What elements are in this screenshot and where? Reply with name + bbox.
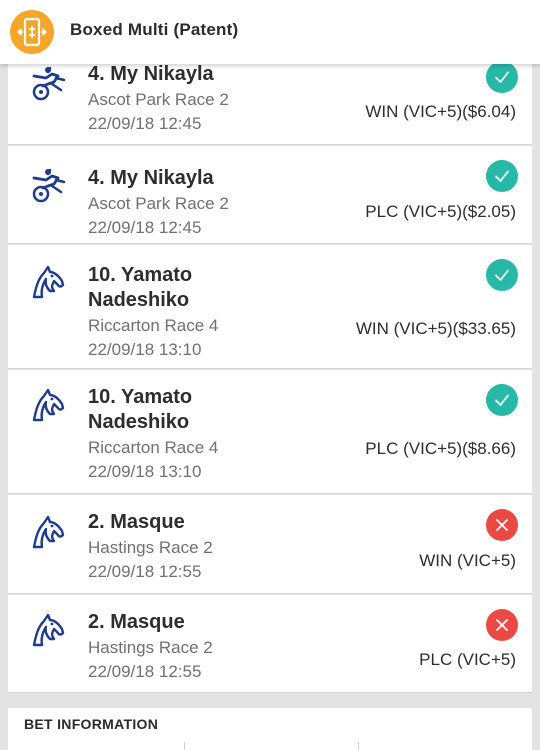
cross-icon	[486, 509, 518, 541]
race-datetime: 22/09/18 12:55	[88, 662, 202, 681]
bet-type-odds: WIN (VIC+5)($6.04)	[365, 102, 516, 121]
bet-information-section: BET INFORMATION	[8, 708, 532, 750]
boxed-multi-icon	[10, 10, 54, 54]
race-name: Ascot Park Race 2	[88, 194, 229, 213]
harness-racing-icon	[28, 64, 68, 104]
race-datetime: 22/09/18 12:45	[88, 218, 202, 237]
runner-name: 2. Masque	[88, 611, 185, 633]
race-name: Hastings Race 2	[88, 538, 213, 557]
runner-name: 2. Masque	[88, 511, 185, 533]
app-header: Boxed Multi (Patent)	[0, 0, 540, 64]
bet-leg-card[interactable]: 2. Masque Hastings Race 2 22/09/18 12:55…	[8, 495, 532, 594]
divider	[184, 742, 185, 750]
divider	[358, 742, 359, 750]
horse-racing-icon	[28, 611, 68, 651]
bet-type-odds: PLC (VIC+5)	[419, 650, 516, 669]
horse-racing-icon	[28, 263, 68, 303]
harness-racing-icon	[28, 166, 68, 206]
check-icon	[486, 160, 518, 192]
race-name: Riccarton Race 4	[88, 438, 219, 457]
bet-leg-card[interactable]: 10. Yamato Nadeshiko Riccarton Race 4 22…	[8, 245, 532, 369]
check-icon	[486, 384, 518, 416]
race-datetime: 22/09/18 13:10	[88, 340, 202, 359]
page-title: Boxed Multi (Patent)	[70, 20, 239, 39]
race-datetime: 22/09/18 12:55	[88, 562, 202, 581]
bet-leg-card[interactable]: 4. My Nikayla Ascot Park Race 2 22/09/18…	[8, 146, 532, 244]
race-name: Hastings Race 2	[88, 638, 213, 657]
horse-racing-icon	[28, 513, 68, 553]
horse-racing-icon	[28, 386, 68, 426]
bet-type-odds: WIN (VIC+5)	[419, 551, 516, 570]
race-name: Riccarton Race 4	[88, 316, 219, 335]
bet-leg-card[interactable]: 2. Masque Hastings Race 2 22/09/18 12:55…	[8, 595, 532, 693]
race-datetime: 22/09/18 12:45	[88, 114, 202, 133]
check-icon	[486, 61, 518, 93]
check-icon	[486, 259, 518, 291]
cross-icon	[486, 609, 518, 641]
race-name: Ascot Park Race 2	[88, 90, 229, 109]
bet-leg-card[interactable]: 10. Yamato Nadeshiko Riccarton Race 4 22…	[8, 370, 532, 494]
bet-type-odds: PLC (VIC+5)($8.66)	[365, 439, 516, 458]
bet-information-title: BET INFORMATION	[24, 716, 159, 732]
bet-type-odds: PLC (VIC+5)($2.05)	[365, 202, 516, 221]
runner-name: 10. Yamato Nadeshiko	[88, 264, 193, 311]
bet-type-odds: WIN (VIC+5)($33.65)	[355, 319, 516, 338]
runner-name: 4. My Nikayla	[88, 63, 214, 85]
race-datetime: 22/09/18 13:10	[88, 462, 202, 481]
runner-name: 4. My Nikayla	[88, 167, 214, 189]
runner-name: 10. Yamato Nadeshiko	[88, 386, 193, 433]
